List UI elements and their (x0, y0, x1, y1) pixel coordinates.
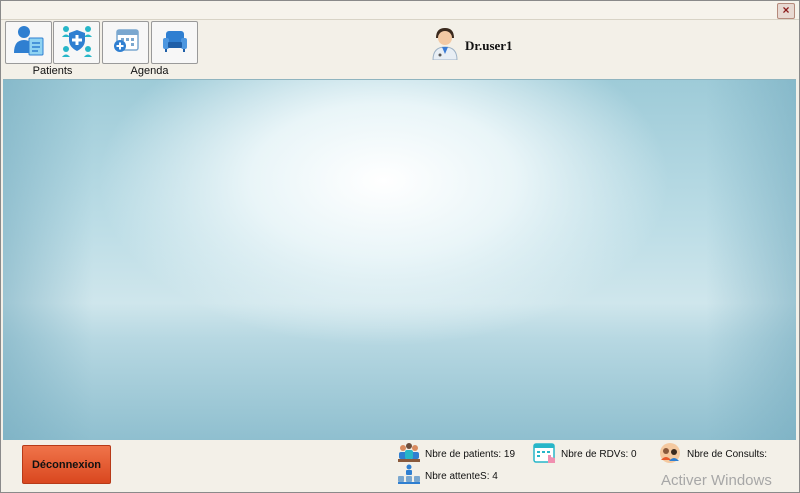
agenda-button[interactable] (102, 21, 149, 64)
stat-patients-text: Nbre de patients: 19 (425, 449, 516, 460)
stat-attentes: Nbre attenteS: 4 (397, 464, 498, 489)
doctor-avatar-icon (431, 26, 459, 65)
stat-consults-text: Nbre de Consults: (687, 449, 768, 460)
consultation-icon (659, 442, 683, 467)
close-icon: × (782, 3, 790, 17)
user-name: Dr.user1 (465, 37, 513, 53)
close-button[interactable]: × (777, 3, 795, 19)
stat-rdvs: Nbre de RDVs: 0 (533, 442, 637, 467)
stat-attentes-text: Nbre attenteS: 4 (425, 471, 498, 482)
windows-activation-watermark: Activer Windows (661, 472, 772, 489)
logout-button[interactable]: Déconnexion (22, 445, 111, 484)
main-content-area (3, 79, 796, 440)
stat-rdvs-text: Nbre de RDVs: 0 (561, 449, 637, 460)
patient-file-icon (12, 23, 46, 62)
app-window: × Patients Agenda Dr.user1 Déconnexion N… (0, 0, 800, 493)
background-shade-left (3, 80, 93, 440)
user-badge: Dr.user1 (431, 26, 513, 65)
agenda-label: Agenda (130, 65, 169, 77)
background-shade-right (706, 80, 796, 440)
stat-consults: Nbre de Consults: (659, 442, 767, 467)
medical-team-shield-icon (59, 22, 95, 63)
title-bar: × (1, 1, 799, 20)
armchair-icon (160, 25, 190, 60)
patients-button[interactable] (5, 21, 52, 64)
calendar-add-icon (111, 25, 141, 60)
patients-label: Patients (32, 65, 73, 77)
toolbar: Patients Agenda Dr.user1 (1, 20, 799, 78)
waiting-queue-icon (397, 464, 421, 489)
status-footer: Déconnexion Nbre de patients: 19 Nbre de… (1, 440, 799, 492)
waiting-room-button[interactable] (151, 21, 198, 64)
medical-team-button[interactable] (53, 21, 100, 64)
calendar-touch-icon (533, 442, 557, 467)
